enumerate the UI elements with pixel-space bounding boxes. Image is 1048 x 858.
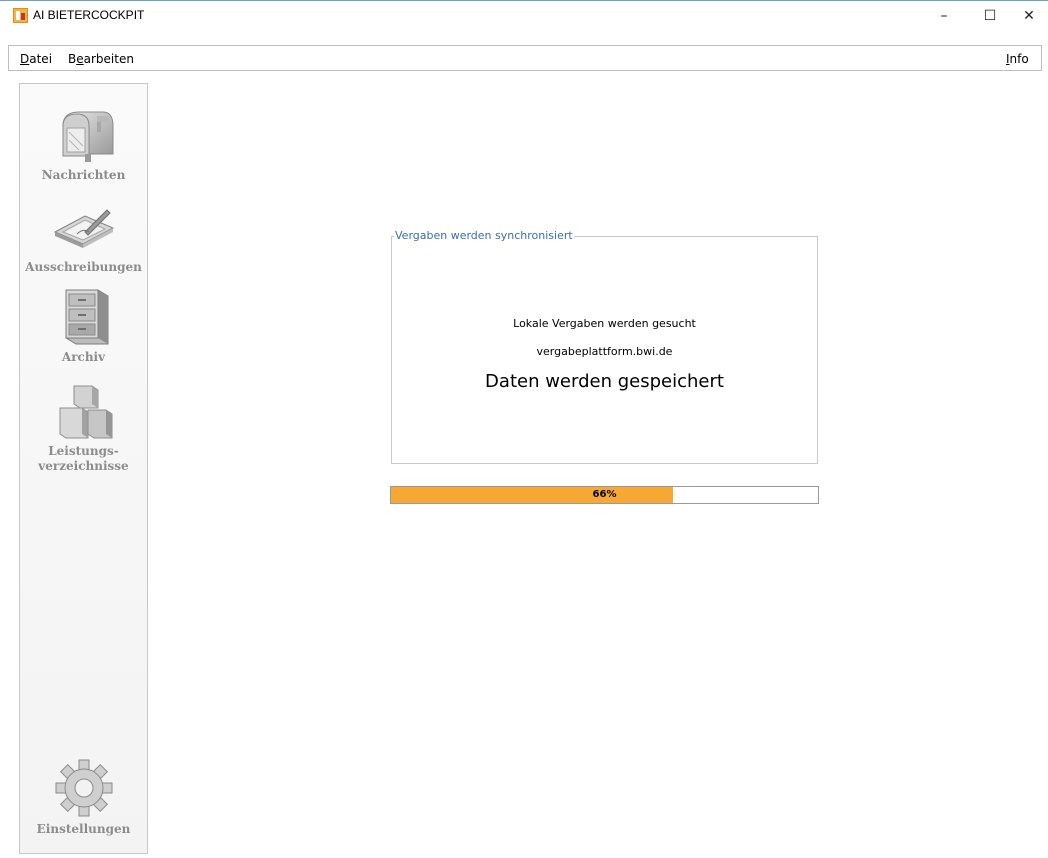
menu-bearbeiten-first: B	[68, 52, 77, 66]
minimize-icon: –	[940, 8, 948, 24]
sidebar-label-nachrichten: Nachrichten	[41, 168, 126, 182]
menu-bearbeiten[interactable]: Bearbeiten	[68, 52, 134, 66]
close-button[interactable]: ✕	[1006, 1, 1048, 31]
boxes-icon	[59, 385, 112, 439]
status-local-search: Lokale Vergaben werden gesucht	[513, 317, 696, 330]
progress-bar: 66%	[390, 486, 819, 504]
title-bar: AI BIETERCOCKPIT – ☐ ✕	[0, 1, 1048, 31]
status-platform: vergabeplattform.bwi.de	[536, 345, 673, 358]
app-window: AI BIETERCOCKPIT – ☐ ✕ Datei Bearbeiten …	[0, 0, 1048, 858]
sidebar-label-einstellungen: Einstellungen	[36, 822, 131, 836]
sidebar-item-ausschreibungen[interactable]: Ausschreibungen	[20, 206, 147, 275]
window-title: AI BIETERCOCKPIT	[33, 8, 145, 22]
sidebar-item-einstellungen[interactable]: Einstellungen	[20, 758, 147, 837]
menu-datei-label: atei	[29, 52, 53, 66]
signing-pad-icon	[53, 209, 114, 248]
minimize-button[interactable]: –	[921, 1, 967, 31]
sidebar-label-ausschreibungen: Ausschreibungen	[25, 260, 142, 274]
status-saving: Daten werden gespeichert	[485, 371, 724, 392]
menu-info-label: nfo	[1009, 52, 1029, 66]
sidebar-item-leistungsverzeichnisse[interactable]: Leistungs- verzeichnisse	[20, 384, 147, 474]
menu-datei-mnemonic: D	[20, 52, 30, 66]
menu-bar	[8, 45, 1042, 71]
menu-bearbeiten-label: arbeiten	[83, 52, 134, 66]
gear-icon	[55, 759, 112, 817]
sidebar-label-leistungsverzeichnisse-1: Leistungs-	[48, 444, 119, 458]
menu-bearbeiten-mnemonic: e	[76, 52, 84, 66]
sidebar-label-leistungsverzeichnisse-2: verzeichnisse	[38, 459, 129, 473]
sidebar: Nachrichten Ausschreibungen Archiv Leist…	[19, 83, 148, 854]
sidebar-item-nachrichten[interactable]: Nachrichten	[20, 106, 147, 183]
close-icon: ✕	[1023, 8, 1035, 24]
progress-label: 66%	[592, 489, 617, 500]
mailbox-icon	[62, 111, 113, 162]
sidebar-item-archiv[interactable]: Archiv	[20, 286, 147, 365]
filing-cabinet-icon	[65, 289, 108, 345]
menu-datei[interactable]: Datei	[20, 52, 52, 66]
maximize-icon: ☐	[983, 8, 997, 24]
menu-info[interactable]: Info	[1006, 52, 1029, 66]
app-logo-icon	[13, 8, 28, 23]
sync-group-title: Vergaben werden synchronisiert	[394, 229, 574, 242]
sidebar-label-archiv: Archiv	[61, 350, 106, 364]
